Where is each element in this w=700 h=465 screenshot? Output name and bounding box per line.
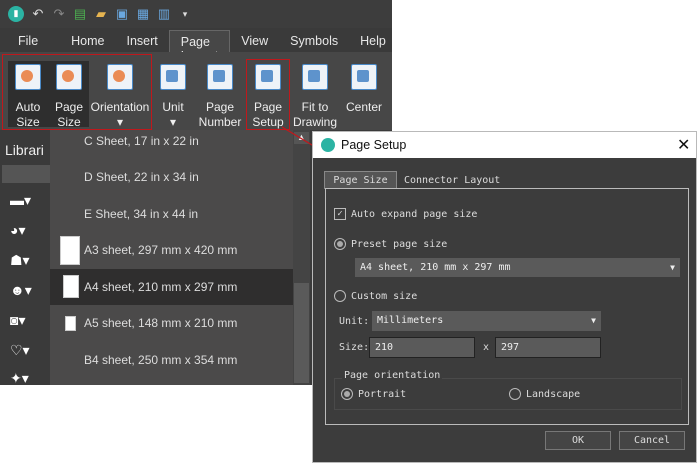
landscape-radio[interactable]: Landscape [509,388,580,400]
open-icon[interactable]: ▰ [94,7,108,21]
list-item[interactable]: C Sheet, 17 in x 22 in [50,123,293,159]
tab-insert[interactable]: Insert [116,30,169,52]
radio-icon [334,290,346,302]
list-item[interactable]: A5 sheet, 148 mm x 210 mm [50,305,293,341]
new-icon[interactable]: ▤ [73,7,87,21]
center-button[interactable]: Center [342,56,386,128]
dialog-titlebar: Page Setup ✕ [313,132,696,158]
page-number-button[interactable]: Page Number [195,56,245,129]
camera-icon[interactable]: ◙▾ [10,312,40,334]
preset-size-radio[interactable]: Preset page size [334,238,447,250]
more-icon[interactable]: ✦▾ [10,370,40,392]
unit-select[interactable]: Millimeters ▼ [372,311,601,331]
fit-to-drawing-icon [302,64,328,90]
list-item[interactable]: B4 sheet, 250 mm x 354 mm [50,342,293,378]
select-value: Millimeters [377,315,444,326]
portrait-radio[interactable]: Portrait [341,388,406,400]
heart-icon[interactable]: ♡▾ [10,342,40,364]
label: Landscape [526,389,581,400]
center-icon [351,64,377,90]
a4-page-icon [63,275,79,298]
quick-access-toolbar: ▮ ↶ ↷ ▤ ▰ ▣ ▦ ▥ ▾ [0,0,392,28]
list-item[interactable]: E Sheet, 34 in x 44 in [50,196,293,232]
radio-selected-icon [341,388,353,400]
library-title: Librari [5,142,44,158]
cancel-button[interactable]: Cancel [619,431,685,450]
label: Custom size [351,291,418,302]
height-input[interactable]: 297 [495,337,601,358]
app-logo-icon [321,138,335,152]
customize-icon[interactable]: ▾ [178,7,192,21]
list-item-label: A4 sheet, 210 mm x 297 mm [84,280,238,294]
unit-button[interactable]: Unit ▾ [155,56,191,129]
library-search[interactable] [2,165,50,183]
library-panel: Librari ▬▾ ◕▾ ☗▾ ☻▾ ◙▾ ♡▾ ✦▾ [0,130,50,386]
checkbox-checked-icon: ✓ [334,208,346,220]
menu-tabs: File Home Insert Page Layout View Symbol… [0,30,392,63]
chevron-down-icon: ▼ [670,263,675,272]
label: Fit to [301,100,329,114]
ribbon: Auto Size Page Size Orientation ▾ Unit ▾ Pag… [0,52,392,130]
label: Center [345,100,383,114]
list-item[interactable]: D Sheet, 22 in x 34 in [50,159,293,195]
radio-selected-icon [334,238,346,250]
label: Preset page size [351,239,448,250]
ok-button[interactable]: OK [545,431,611,450]
tab-home[interactable]: Home [60,30,115,52]
redo-icon[interactable]: ↷ [52,7,66,21]
highlight-box [246,59,290,130]
scroll-thumb[interactable] [294,283,309,383]
ruler-icon [160,64,186,90]
orientation-label: Page orientation [342,370,443,381]
tab-page-layout[interactable]: Page Layout [168,30,231,63]
print-icon[interactable]: ▦ [136,7,150,21]
tab-file[interactable]: File [0,30,60,52]
radio-icon [509,388,521,400]
times-label: x [483,342,490,353]
person-icon[interactable]: ☻▾ [10,282,40,304]
close-icon[interactable]: ✕ [677,135,690,155]
save-icon[interactable]: ▣ [115,7,129,21]
fit-to-drawing-button[interactable]: Fit to Drawing [292,56,338,129]
undo-icon[interactable]: ↶ [31,7,45,21]
label: Page [205,100,235,114]
map-icon[interactable]: ☗▾ [10,252,40,274]
shape-icon[interactable]: ▬▾ [10,192,40,214]
tab-page-size[interactable]: Page Size [324,171,397,189]
page-setup-dialog: Page Setup ✕ Page Size Connector Layout … [312,131,697,463]
list-item[interactable]: A3 sheet, 297 mm x 420 mm [50,232,293,268]
unit-label: Unit: [339,316,370,327]
page-size-dropdown: C Sheet, 17 in x 22 in D Sheet, 22 in x … [50,130,310,385]
tab-help[interactable]: Help [349,30,397,52]
auto-expand-checkbox[interactable]: ✓ Auto expand page size [334,208,477,220]
tab-connector-layout[interactable]: Connector Layout [404,172,500,189]
preset-size-select[interactable]: A4 sheet, 210 mm x 297 mm ▼ [355,258,680,277]
highlight-box [2,54,152,130]
tab-view[interactable]: View [230,30,279,52]
list-item-selected[interactable]: A4 sheet, 210 mm x 297 mm [50,269,293,305]
dialog-title: Page Setup [341,138,407,152]
select-value: A4 sheet, 210 mm x 297 mm [360,262,511,273]
page-number-icon [207,64,233,90]
label: Auto expand page size [351,209,478,220]
label: Unit [162,100,184,114]
export-icon[interactable]: ▥ [157,7,171,21]
custom-size-radio[interactable]: Custom size [334,290,417,302]
pie-chart-icon[interactable]: ◕▾ [10,222,40,244]
scrollbar[interactable]: ▲ [293,130,310,385]
app-logo-icon: ▮ [8,6,24,22]
size-label: Size: [339,342,370,353]
chevron-down-icon: ▼ [591,316,596,325]
label: Portrait [358,389,407,400]
width-input[interactable]: 210 [369,337,475,358]
tab-symbols[interactable]: Symbols [279,30,349,52]
